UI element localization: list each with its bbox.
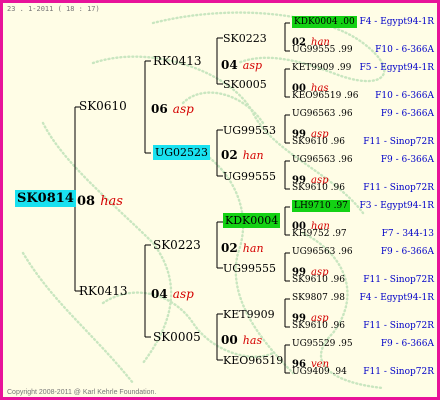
root-mark: has: [100, 194, 123, 209]
gen1-node[interactable]: RK0413: [79, 285, 128, 297]
gen2-node[interactable]: RK0413: [153, 55, 202, 67]
gen4-node[interactable]: KDK0004 .00: [292, 16, 357, 28]
gen3-node[interactable]: KEO96519: [223, 355, 283, 366]
gen4-id: UG96563 .96: [292, 155, 353, 165]
copyright: Copyright 2008-2011 @ Karl Kehrle Founda…: [7, 389, 157, 396]
gen4-id: LH9710 .97: [292, 200, 350, 212]
gen1-year-mark: 06 asp: [151, 102, 194, 116]
gen4-origin: F10 - 6-366A: [375, 91, 434, 101]
timestamp: 23 . 1-2011 ( 18 : 17): [7, 5, 100, 13]
gen4-node[interactable]: KH9752 .97: [292, 230, 347, 239]
gen2-year-mark: 00 has: [221, 333, 263, 347]
pedigree-frame: 23 . 1-2011 ( 18 : 17) SK0814 08 has SK0…: [0, 0, 440, 400]
gen4-origin: F5 - Egypt94-1R: [359, 63, 434, 73]
gen2-node[interactable]: SK0223: [153, 239, 201, 251]
gen4-origin: F9 - 6-366A: [380, 109, 434, 119]
gen4-id: SK9610 .96: [292, 275, 345, 285]
gen4-node[interactable]: SK9610 .96: [292, 184, 345, 193]
gen4-id: UG99555 .99: [292, 45, 353, 55]
gen3-node[interactable]: SK0223: [223, 33, 267, 44]
gen4-id: KET9909 .99: [292, 63, 352, 73]
gen4-origin: F11 - Sinop72R: [363, 275, 434, 285]
root-queen[interactable]: SK0814: [15, 190, 76, 207]
gen2-year-mark: 02 han: [221, 241, 264, 255]
gen4-origin: F9 - 6-366A: [380, 247, 434, 257]
gen4-node[interactable]: SK9610 .96: [292, 138, 345, 147]
gen3-node[interactable]: UG99555: [223, 171, 276, 182]
gen4-id: SK9610 .96: [292, 183, 345, 193]
gen4-node[interactable]: UG96563 .96: [292, 110, 353, 119]
gen4-origin: F4 - Egypt94-1R: [359, 293, 434, 303]
gen4-node[interactable]: UG95529 .95: [292, 340, 353, 349]
gen4-node[interactable]: SK9807 .98: [292, 294, 345, 303]
gen2-node[interactable]: UG02523: [153, 145, 211, 160]
gen4-id: UG96563 .96: [292, 247, 353, 257]
gen4-id: KDK0004 .00: [292, 16, 357, 28]
gen2-node[interactable]: SK0005: [153, 331, 201, 343]
gen4-origin: F10 - 6-366A: [375, 45, 434, 55]
gen4-id: KEO96519 .96: [292, 91, 359, 101]
gen3-node[interactable]: UG99555: [223, 263, 276, 274]
gen4-node[interactable]: KET9909 .99: [292, 64, 351, 73]
gen3-node[interactable]: SK0005: [223, 79, 267, 90]
gen4-id: UG95529 .95: [292, 339, 353, 349]
gen4-origin: F11 - Sinop72R: [363, 367, 434, 377]
gen4-origin: F11 - Sinop72R: [363, 137, 434, 147]
root-id: SK0814: [15, 190, 76, 207]
gen4-node[interactable]: SK9610 .96: [292, 276, 345, 285]
gen4-node[interactable]: UG99555 .99: [292, 46, 353, 55]
gen4-id: SK9610 .96: [292, 137, 345, 147]
gen1-year-mark: 04 asp: [151, 287, 194, 301]
gen3-node[interactable]: KDK0004: [223, 213, 281, 228]
gen4-id: SK9610 .96: [292, 321, 345, 331]
root-year-mark: 08 has: [77, 194, 123, 209]
gen4-node[interactable]: KEO96519 .96: [292, 92, 358, 101]
gen4-id: KH9752 .97: [292, 229, 347, 239]
gen4-origin: F9 - 6-366A: [380, 155, 434, 165]
gen4-id: SK9807 .98: [292, 293, 345, 303]
gen4-node[interactable]: SK9610 .96: [292, 322, 345, 331]
gen4-node[interactable]: UG96563 .96: [292, 156, 353, 165]
gen4-id: UG9409 .94: [292, 367, 347, 377]
gen4-node[interactable]: LH9710 .97: [292, 200, 350, 212]
gen4-origin: F4 - Egypt94-1R: [359, 17, 434, 27]
gen4-origin: F11 - Sinop72R: [363, 321, 434, 331]
gen4-node[interactable]: UG96563 .96: [292, 248, 353, 257]
gen1-node[interactable]: SK0610: [79, 100, 127, 112]
gen4-origin: F9 - 6-366A: [380, 339, 434, 349]
gen3-node[interactable]: KET9909: [223, 309, 275, 320]
gen4-origin: F7 - 344-13: [381, 229, 434, 239]
gen4-origin: F11 - Sinop72R: [363, 183, 434, 193]
gen2-year-mark: 02 han: [221, 148, 264, 162]
gen3-node[interactable]: UG99553: [223, 125, 276, 136]
gen3-year-mark: 04 asp: [221, 58, 263, 72]
gen4-node[interactable]: UG9409 .94: [292, 368, 347, 377]
gen4-origin: F3 - Egypt94-1R: [359, 201, 434, 211]
gen4-id: UG96563 .96: [292, 109, 353, 119]
